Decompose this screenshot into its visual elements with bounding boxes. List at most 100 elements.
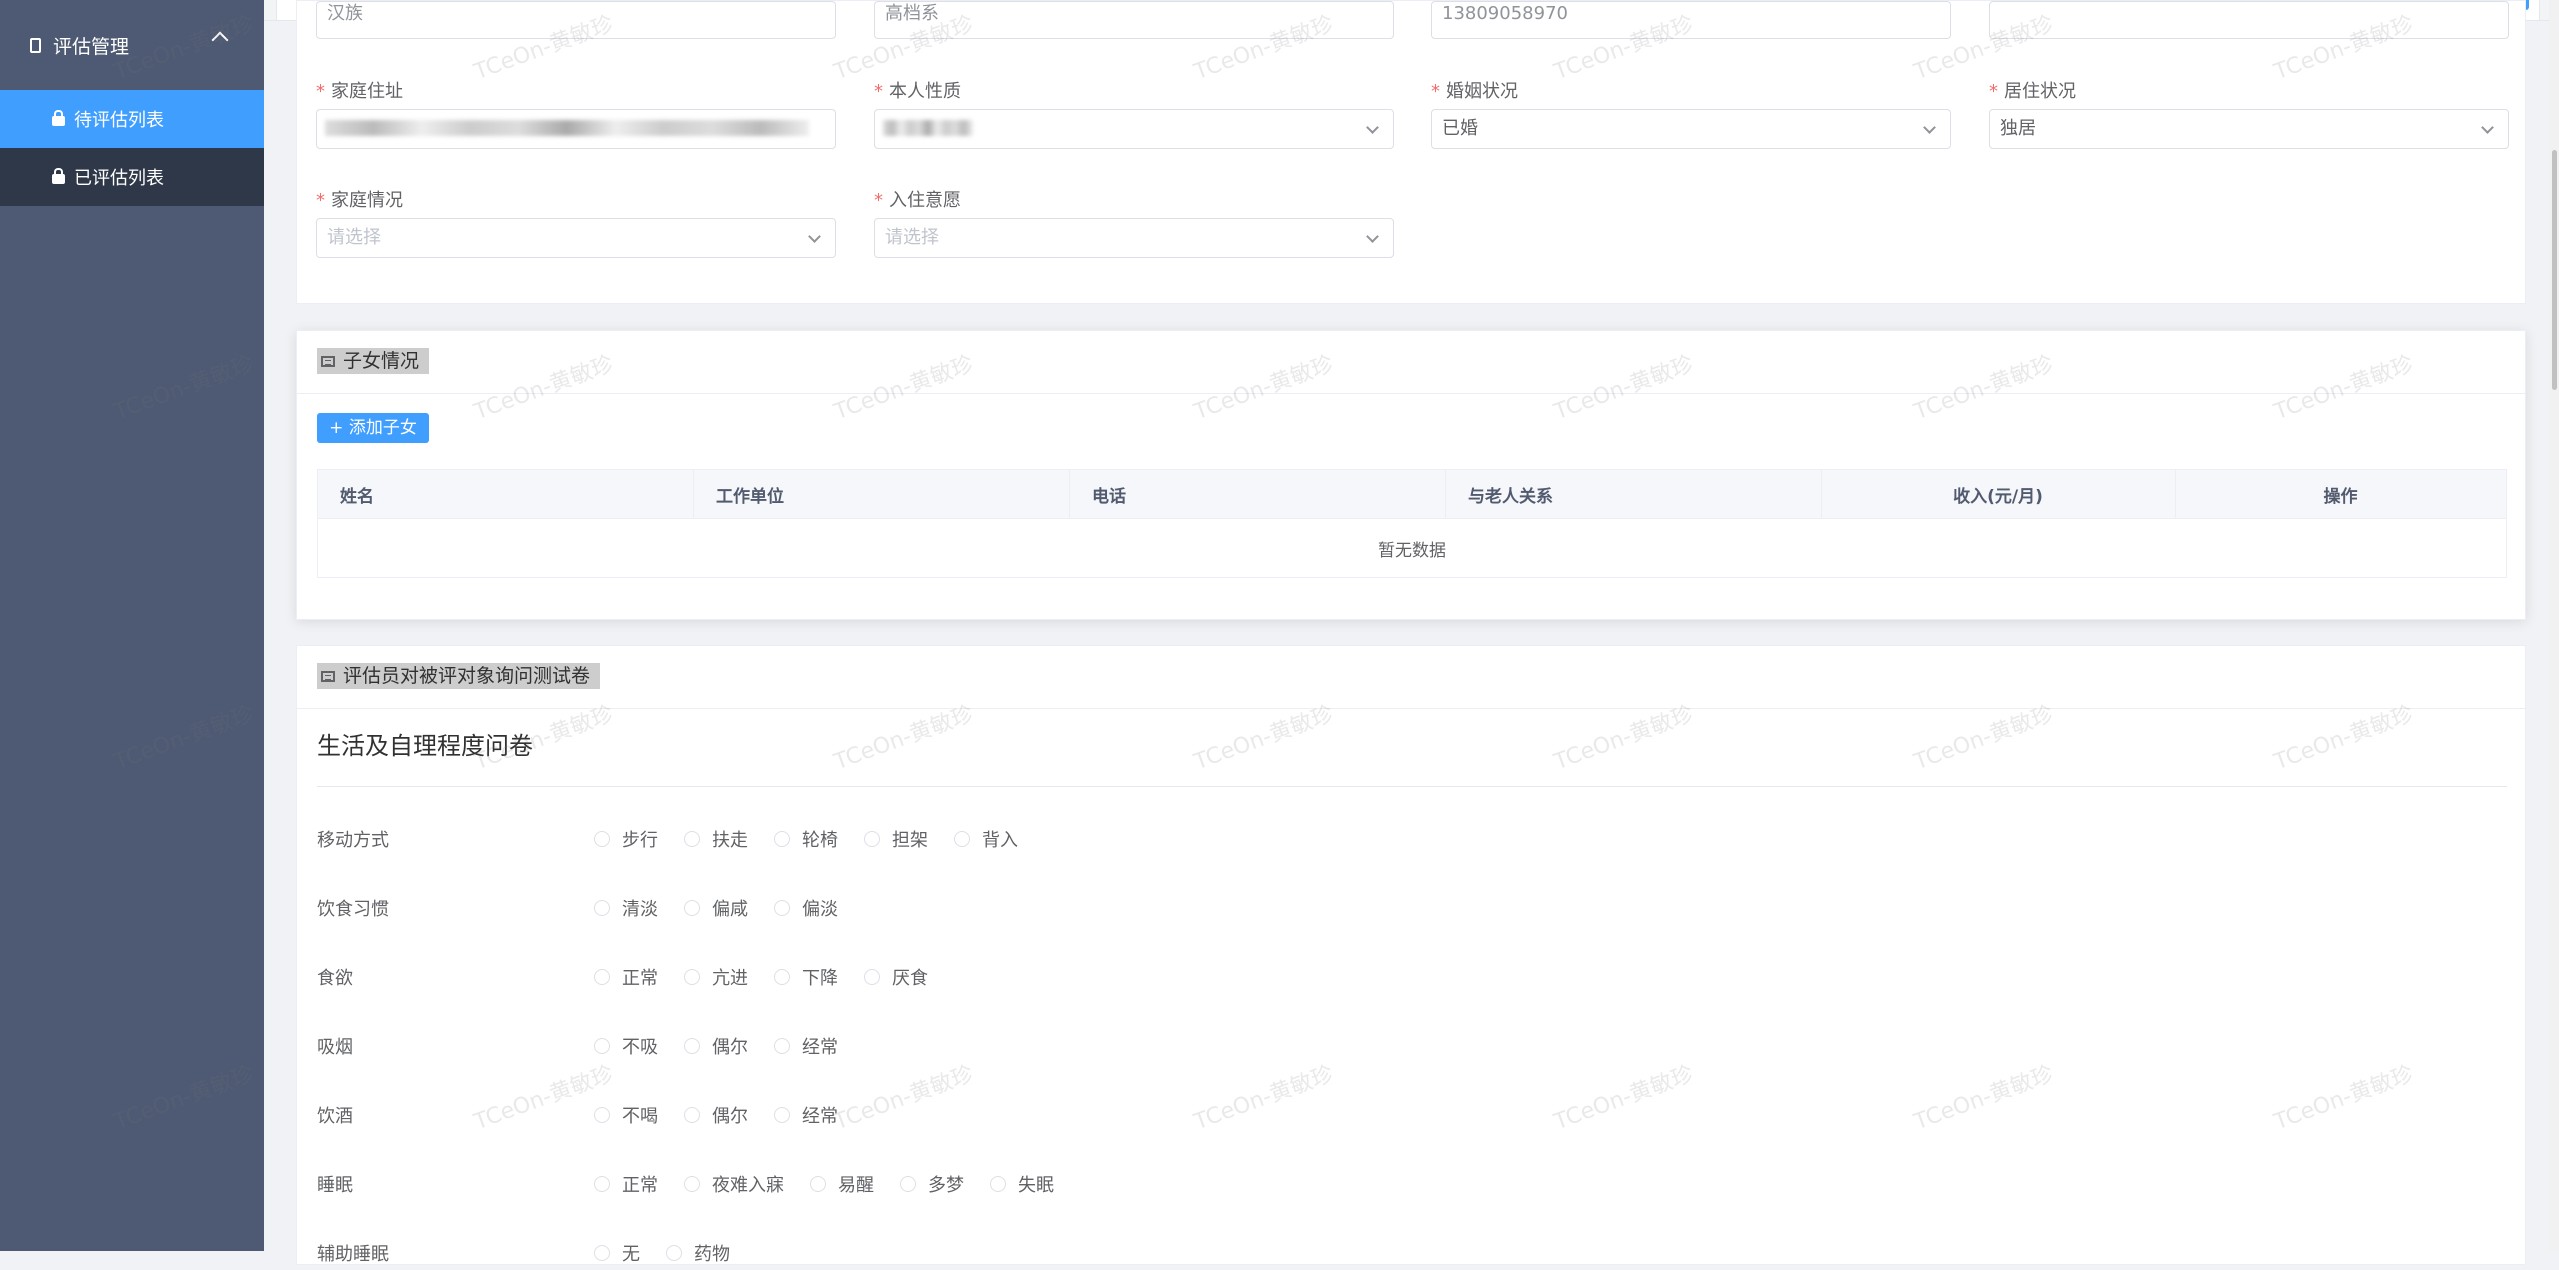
radio-option[interactable]: 易醒 bbox=[810, 1171, 874, 1197]
radio-option[interactable]: 步行 bbox=[594, 826, 658, 852]
radio-circle-icon[interactable] bbox=[810, 1176, 826, 1192]
column-header-income[interactable]: 收入(元/月) bbox=[1821, 469, 2176, 519]
questionnaire-section-title: 评估员对被评对象询问测试卷 bbox=[317, 663, 601, 689]
nature-select[interactable] bbox=[874, 109, 1394, 149]
radio-circle-icon[interactable] bbox=[594, 1038, 610, 1054]
radio-circle-icon[interactable] bbox=[666, 1245, 682, 1261]
education-input[interactable]: 高档系 bbox=[874, 1, 1394, 39]
radio-option[interactable]: 药物 bbox=[666, 1240, 730, 1266]
radio-circle-icon[interactable] bbox=[594, 1107, 610, 1123]
scrollbar-thumb[interactable] bbox=[2552, 150, 2557, 390]
radio-circle-icon[interactable] bbox=[594, 900, 610, 916]
radio-group: 无 药物 bbox=[594, 1240, 756, 1266]
question-row: 食欲 正常 亢进 下降 厌食 bbox=[317, 964, 2507, 994]
radio-option[interactable]: 经常 bbox=[774, 1033, 838, 1059]
radio-option[interactable]: 夜难入寐 bbox=[684, 1171, 784, 1197]
family-select[interactable]: 请选择 bbox=[316, 218, 836, 258]
radio-circle-icon[interactable] bbox=[684, 1176, 700, 1192]
phone-input[interactable]: 13809058970 bbox=[1431, 1, 1951, 39]
radio-option[interactable]: 下降 bbox=[774, 964, 838, 990]
family-placeholder: 请选择 bbox=[327, 227, 381, 248]
radio-circle-icon[interactable] bbox=[864, 831, 880, 847]
column-header-name[interactable]: 姓名 bbox=[317, 469, 694, 519]
marital-label: 婚姻状况 bbox=[1446, 81, 1518, 102]
radio-circle-icon[interactable] bbox=[684, 1038, 700, 1054]
radio-option[interactable]: 扶走 bbox=[684, 826, 748, 852]
sidebar-item-pending[interactable]: 待评估列表 bbox=[0, 90, 264, 148]
radio-option[interactable]: 偶尔 bbox=[684, 1102, 748, 1128]
ethnicity-input[interactable]: 汉族 bbox=[316, 1, 836, 39]
radio-option[interactable]: 正常 bbox=[594, 1171, 658, 1197]
form-item-family: * 家庭情况 请选择 bbox=[316, 186, 836, 260]
radio-option[interactable]: 偏咸 bbox=[684, 895, 748, 921]
column-header-phone[interactable]: 电话 bbox=[1069, 469, 1446, 519]
intention-select[interactable]: 请选择 bbox=[874, 218, 1394, 258]
radio-option[interactable]: 不吸 bbox=[594, 1033, 658, 1059]
radio-circle-icon[interactable] bbox=[594, 1176, 610, 1192]
chevron-down-icon bbox=[2481, 121, 2494, 134]
radio-circle-icon[interactable] bbox=[594, 831, 610, 847]
radio-option[interactable]: 正常 bbox=[594, 964, 658, 990]
radio-circle-icon[interactable] bbox=[594, 1245, 610, 1261]
radio-circle-icon[interactable] bbox=[954, 831, 970, 847]
column-header-relation[interactable]: 与老人关系 bbox=[1445, 469, 1822, 519]
top-field-4[interactable] bbox=[1989, 1, 2509, 39]
radio-option[interactable]: 偶尔 bbox=[684, 1033, 748, 1059]
chevron-up-icon bbox=[211, 31, 229, 49]
radio-option[interactable]: 经常 bbox=[774, 1102, 838, 1128]
children-title-text: 子女情况 bbox=[343, 350, 420, 372]
radio-circle-icon[interactable] bbox=[774, 831, 790, 847]
radio-option-label: 下降 bbox=[802, 968, 838, 989]
radio-circle-icon[interactable] bbox=[864, 969, 880, 985]
radio-option-label: 正常 bbox=[622, 968, 658, 989]
living-select[interactable]: 独居 bbox=[1989, 109, 2509, 149]
question-label: 饮酒 bbox=[317, 1106, 353, 1127]
blurred-address bbox=[325, 120, 809, 136]
children-header: 子女情况 bbox=[297, 331, 2525, 394]
radio-circle-icon[interactable] bbox=[594, 969, 610, 985]
sidebar-group-assessment[interactable]: 评估管理 bbox=[0, 0, 264, 90]
form-item-living: * 居住状况 独居 bbox=[1989, 77, 2509, 151]
radio-option[interactable]: 无 bbox=[594, 1240, 640, 1266]
radio-option[interactable]: 多梦 bbox=[900, 1171, 964, 1197]
radio-circle-icon[interactable] bbox=[684, 969, 700, 985]
column-header-employer[interactable]: 工作单位 bbox=[693, 469, 1070, 519]
radio-circle-icon[interactable] bbox=[684, 1107, 700, 1123]
marital-select[interactable]: 已婚 bbox=[1431, 109, 1951, 149]
question-row: 移动方式 步行 扶走 轮椅 担架 背入 bbox=[317, 826, 2507, 856]
radio-option-label: 经常 bbox=[802, 1037, 838, 1058]
radio-option[interactable]: 厌食 bbox=[864, 964, 928, 990]
sidebar: 评估管理 待评估列表 已评估列表 bbox=[0, 0, 264, 1251]
add-child-button[interactable]: + 添加子女 bbox=[317, 413, 429, 443]
question-row: 辅助睡眠 无 药物 bbox=[317, 1240, 2507, 1270]
blurred-nature bbox=[883, 120, 973, 136]
radio-circle-icon[interactable] bbox=[900, 1176, 916, 1192]
radio-option-label: 背入 bbox=[982, 830, 1018, 851]
radio-circle-icon[interactable] bbox=[684, 831, 700, 847]
table-row: 暂无数据 bbox=[317, 518, 2507, 578]
radio-option-label: 夜难入寐 bbox=[712, 1175, 784, 1196]
table-header-row: 姓名 工作单位 电话 与老人关系 收入(元/月) 操作 bbox=[317, 469, 2507, 519]
education-value: 高档系 bbox=[885, 3, 939, 24]
radio-circle-icon[interactable] bbox=[774, 900, 790, 916]
radio-option[interactable]: 亢进 bbox=[684, 964, 748, 990]
radio-circle-icon[interactable] bbox=[774, 1038, 790, 1054]
address-input[interactable] bbox=[316, 109, 836, 149]
radio-option[interactable]: 担架 bbox=[864, 826, 928, 852]
question-label: 辅助睡眠 bbox=[317, 1244, 389, 1265]
sidebar-item-assessed[interactable]: 已评估列表 bbox=[0, 148, 264, 206]
question-label: 睡眠 bbox=[317, 1175, 353, 1196]
column-header-actions[interactable]: 操作 bbox=[2175, 469, 2507, 519]
radio-option-label: 易醒 bbox=[838, 1175, 874, 1196]
radio-option[interactable]: 偏淡 bbox=[774, 895, 838, 921]
radio-circle-icon[interactable] bbox=[684, 900, 700, 916]
radio-circle-icon[interactable] bbox=[774, 1107, 790, 1123]
radio-option[interactable]: 不喝 bbox=[594, 1102, 658, 1128]
radio-circle-icon[interactable] bbox=[774, 969, 790, 985]
radio-option[interactable]: 失眠 bbox=[990, 1171, 1054, 1197]
radio-option[interactable]: 轮椅 bbox=[774, 826, 838, 852]
radio-group: 不吸 偶尔 经常 bbox=[594, 1033, 864, 1059]
radio-option[interactable]: 背入 bbox=[954, 826, 1018, 852]
radio-circle-icon[interactable] bbox=[990, 1176, 1006, 1192]
radio-option[interactable]: 清淡 bbox=[594, 895, 658, 921]
